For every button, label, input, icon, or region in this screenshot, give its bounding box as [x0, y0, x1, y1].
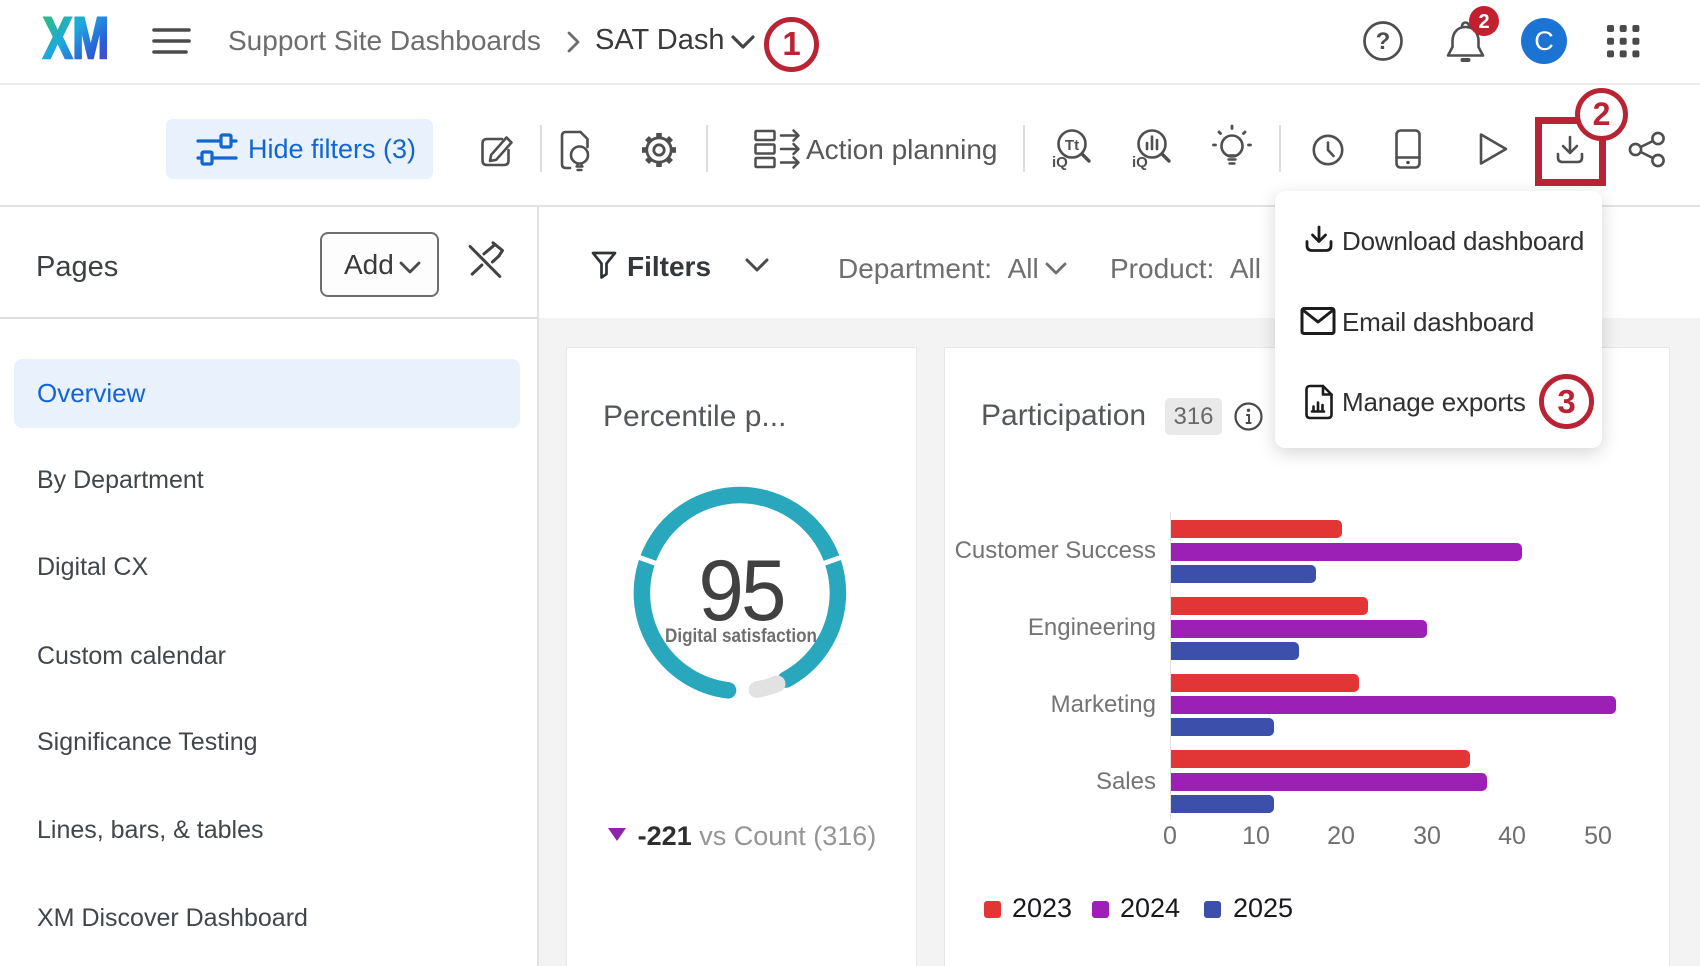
svg-text:2: 2 [1478, 11, 1489, 33]
svg-text:iQ: iQ [1132, 154, 1148, 171]
svg-text:Tt: Tt [1065, 137, 1079, 154]
svg-text:?: ? [1376, 28, 1391, 55]
svg-text:iQ: iQ [1052, 154, 1068, 171]
svg-text:XM: XM [43, 15, 109, 61]
